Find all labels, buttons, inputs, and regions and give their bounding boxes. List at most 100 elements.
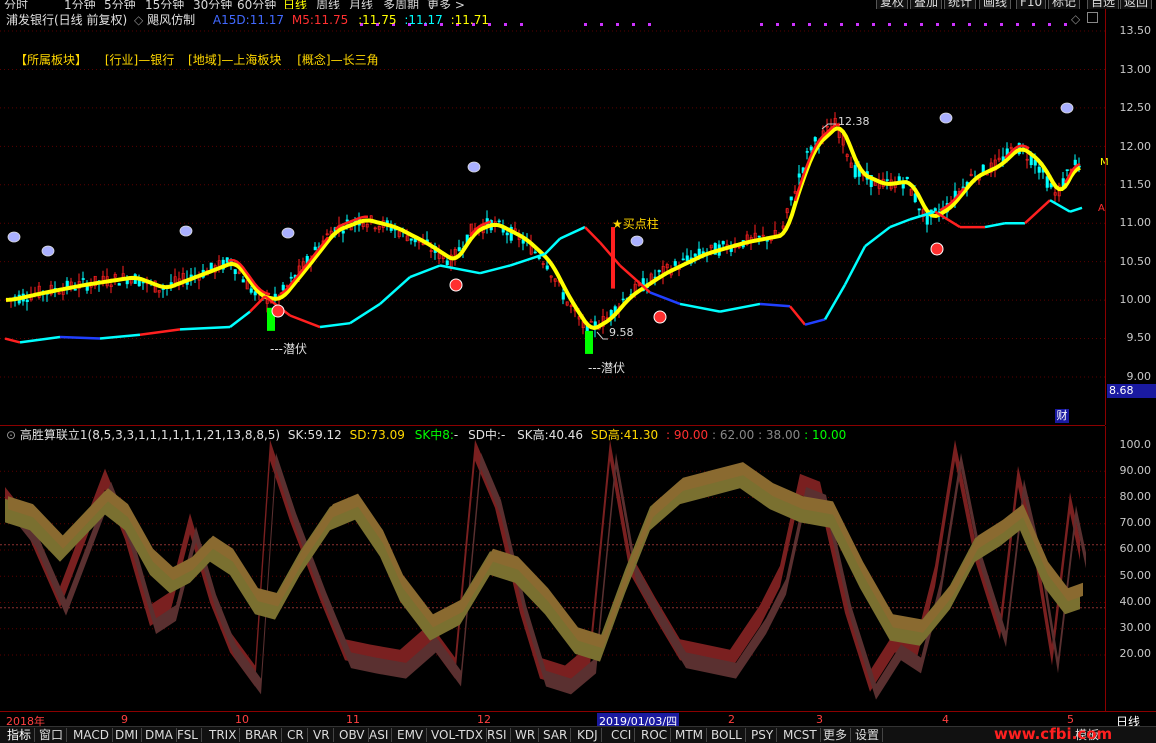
period-tab-15min[interactable]: 15分钟 [145,0,184,9]
ball-icon [449,278,463,292]
indicator-tab-21[interactable]: BOLL [708,728,746,742]
sector-concept[interactable]: [概念]—长三角 [297,53,378,67]
ma-slow-segment [864,226,891,248]
period-tab-5min[interactable]: 5分钟 [104,0,136,9]
overlay-button[interactable]: 叠加 [910,0,943,9]
indicator-tab-1[interactable]: 窗口 [36,728,68,742]
finance-button[interactable]: 财 [1055,409,1069,423]
candle-body [1037,166,1041,173]
candle-body [313,246,317,251]
indicator-tab-9[interactable]: VR [310,728,334,742]
ma-slow-segment [319,321,351,329]
price-tick: 9.50 [1126,331,1152,344]
indicator-tab-24[interactable]: 更多 [820,728,852,742]
draw-line-button[interactable]: 画线 [979,0,1012,9]
ma-slow-segment [679,302,721,313]
value-5: :11.71 [450,13,489,27]
signal-dot [1064,23,1067,26]
indicator-tab-11[interactable]: ASI [366,728,393,742]
indicator-formula[interactable]: 高胜算联立1(8,5,3,3,1,1,1,1,1,1,21,13,8,8,5) [20,428,280,442]
period-tab-60min[interactable]: 60分钟 [237,0,276,9]
indicator-tab-14[interactable]: RSI [484,728,511,742]
price-tick: 13.50 [1119,24,1152,37]
mark-button[interactable]: 标记 [1048,0,1081,9]
candle-body [905,176,909,179]
signal-dot [1016,23,1019,26]
indicator-tab-16[interactable]: SAR [540,728,572,742]
back-button[interactable]: 返回 [1120,0,1153,9]
indicator-tab-15[interactable]: WR [512,728,540,742]
date-label: 11 [346,713,360,726]
indicator-tab-3[interactable]: DMI [112,728,143,742]
fuquan-button[interactable]: 复权 [876,0,909,9]
period-tab-daily[interactable]: 日线 [283,0,307,9]
stats-button[interactable]: 统计 [944,0,977,9]
candle-body [805,151,809,153]
ma-slow-segment [719,302,761,313]
price-tick: 9.00 [1126,370,1152,383]
period-tab-more[interactable]: 更多 > [427,0,465,9]
collapse-icon[interactable]: ◇ [134,13,143,27]
period-tab-multi[interactable]: 多周期 [383,0,419,9]
period-tab-30min[interactable]: 30分钟 [193,0,232,9]
indicator-tab-18[interactable]: CCI [608,728,636,742]
ma-slow-segment [379,276,411,305]
price-chart-panel[interactable] [0,9,1105,426]
sd-mid-label: SD中: [468,428,501,442]
indicator-tab-6[interactable]: TRIX [206,728,241,742]
low-price-annotation: 9.58 [609,326,634,339]
indicator-tab-2[interactable]: MACD [70,728,113,742]
ma-slow-segment [99,333,141,340]
indicator-tab-10[interactable]: OBV [336,728,369,742]
signal-dot [1032,23,1035,26]
period-tab-weekly[interactable]: 周线 [316,0,340,9]
diamond-icon[interactable]: ◇ [1071,12,1080,26]
ma-slow-segment [409,264,441,279]
indicator-tab-23[interactable]: MCST [780,728,821,742]
candle-body [933,208,937,211]
candle-body [885,179,889,181]
indicator-tab-7[interactable]: BRAR [242,728,282,742]
sector-region[interactable]: [地域]—上海板块 [188,53,281,67]
period-tab-monthly[interactable]: 月线 [349,0,373,9]
watchlist-button[interactable]: 自选 [1087,0,1120,9]
candle-body [685,255,689,261]
value-4: :11.17 [404,13,443,27]
candle-body [917,208,921,211]
indicator-panel[interactable] [0,426,1105,711]
price-tick: 11.00 [1119,216,1152,229]
indicator-tab-17[interactable]: KDJ [574,728,602,742]
maximize-icon[interactable] [1087,12,1098,23]
price-chart-canvas[interactable] [0,9,1105,425]
candle-body [25,299,29,303]
sector-industry[interactable]: [行业]—银行 [105,53,174,67]
indicator-tab-0[interactable]: 指标 [4,728,36,742]
period-tab-1min[interactable]: 1分钟 [64,0,96,9]
indicator-name[interactable]: 飓风仿制 [147,13,195,27]
indicator-tab-8[interactable]: CR [284,728,308,742]
indicator-tab-4[interactable]: DMA [142,728,177,742]
signal-dot [616,23,619,26]
ma-slow-segment [559,225,586,240]
price-axis: 13.50 13.00 12.50 12.00 11.50 11.00 10.5… [1105,9,1156,425]
indicator-tab-19[interactable]: ROC [638,728,672,742]
signal-dot [504,23,507,26]
indicator-collapse-icon[interactable]: ⊙ [6,428,16,442]
f10-button[interactable]: F10 [1016,0,1047,9]
indicator-tab-13[interactable]: VOL-TDX [428,728,487,742]
signal-dot [824,23,827,26]
cup-icon [939,112,953,124]
signal-dot [856,23,859,26]
indicator-tab-22[interactable]: PSY [748,728,778,742]
price-title-row: 浦发银行(日线 前复权) ◇ 飓风仿制 A15D:11.17 M5:11.75 … [6,11,489,28]
indicator-canvas[interactable] [0,426,1105,711]
period-tab-fenshi[interactable]: 分时 [4,0,28,9]
candle-body [1073,159,1077,166]
indicator-tab-25[interactable]: 设置 [852,728,884,742]
sector-belong[interactable]: 【所属板块】 [15,53,87,67]
candle-body [497,220,501,223]
indicator-tab-20[interactable]: MTM [672,728,708,742]
ma-slow-segment [984,221,1006,229]
indicator-tab-5[interactable]: FSL [174,728,202,742]
indicator-tab-12[interactable]: EMV [394,728,428,742]
